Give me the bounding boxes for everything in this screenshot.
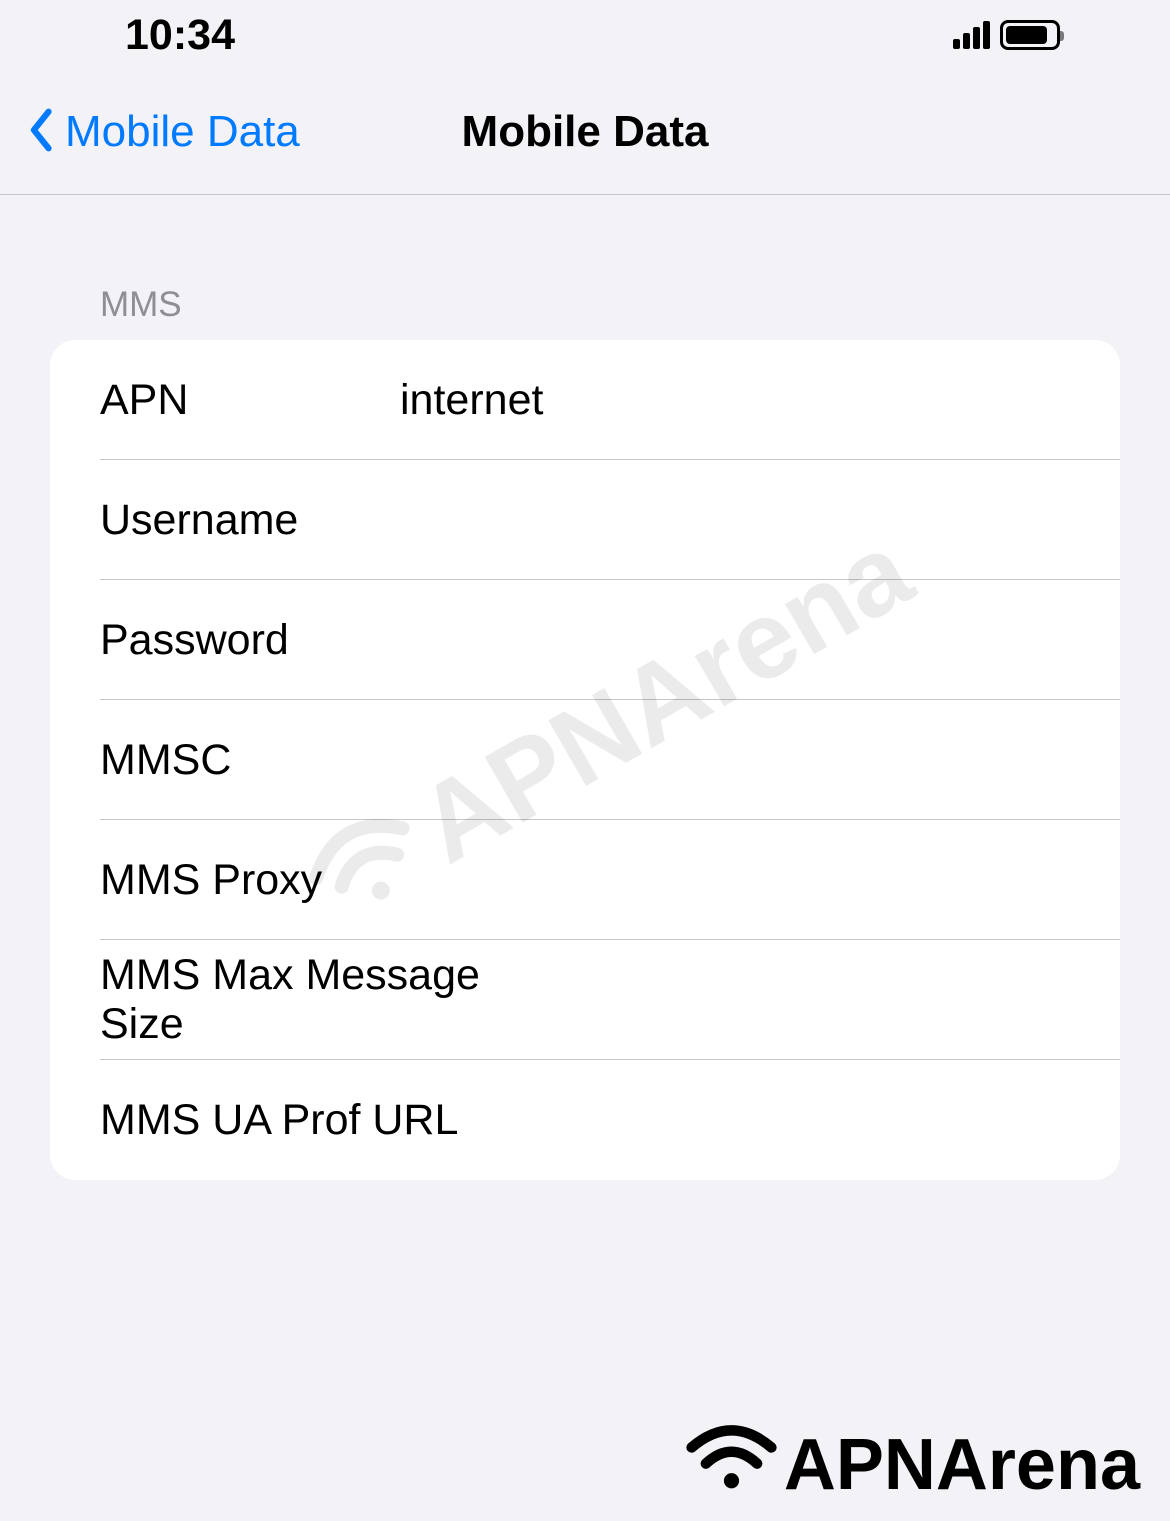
back-button[interactable]: Mobile Data	[25, 107, 300, 157]
chevron-left-icon	[25, 108, 55, 157]
page-title: Mobile Data	[462, 107, 709, 157]
footer-logo-text: APNArena	[784, 1424, 1140, 1506]
mms-max-size-label: MMS Max Message Size	[100, 951, 486, 1049]
username-label: Username	[100, 496, 400, 545]
apn-label: APN	[100, 376, 400, 425]
mms-max-size-row[interactable]: MMS Max Message Size	[50, 940, 1120, 1060]
back-label: Mobile Data	[65, 107, 300, 157]
mmsc-row[interactable]: MMSC	[50, 700, 1120, 820]
content-area: MMS APN Username Password MMSC MMS Proxy…	[0, 195, 1170, 1180]
apn-input[interactable]	[400, 376, 1070, 425]
apn-row[interactable]: APN	[50, 340, 1120, 460]
mms-ua-prof-url-input[interactable]	[488, 1096, 1070, 1145]
navigation-bar: Mobile Data Mobile Data	[0, 70, 1170, 195]
mms-ua-prof-url-row[interactable]: MMS UA Prof URL	[50, 1060, 1120, 1180]
wifi-icon	[684, 1419, 784, 1511]
footer-logo: APNArena	[664, 1409, 1170, 1521]
mms-ua-prof-url-label: MMS UA Prof URL	[100, 1096, 458, 1145]
mmsc-label: MMSC	[100, 736, 400, 785]
username-input[interactable]	[400, 496, 1070, 545]
password-label: Password	[100, 616, 400, 665]
status-time: 10:34	[125, 11, 235, 60]
mms-max-size-input[interactable]	[516, 976, 1070, 1025]
password-input[interactable]	[400, 616, 1070, 665]
password-row[interactable]: Password	[50, 580, 1120, 700]
username-row[interactable]: Username	[50, 460, 1120, 580]
mmsc-input[interactable]	[400, 736, 1070, 785]
cellular-signal-icon	[953, 21, 990, 49]
settings-list: APN Username Password MMSC MMS Proxy MMS…	[50, 340, 1120, 1180]
status-indicators	[953, 20, 1060, 50]
mms-proxy-input[interactable]	[352, 856, 1070, 905]
mms-proxy-label: MMS Proxy	[100, 856, 322, 905]
mms-proxy-row[interactable]: MMS Proxy	[50, 820, 1120, 940]
section-header-mms: MMS	[50, 285, 1120, 325]
battery-icon	[1000, 20, 1060, 50]
status-bar: 10:34	[0, 0, 1170, 70]
